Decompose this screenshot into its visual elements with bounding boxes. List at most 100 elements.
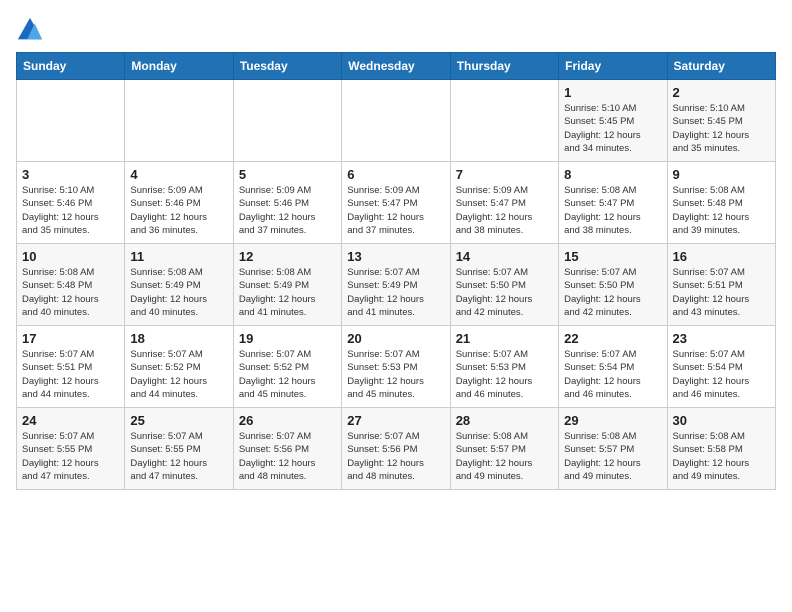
day-number: 1 [564, 85, 661, 100]
day-cell: 9 Sunrise: 5:08 AM Sunset: 5:48 PM Daylig… [667, 162, 775, 244]
day-info: Sunrise: 5:09 AM Sunset: 5:47 PM Dayligh… [347, 184, 444, 237]
day-cell: 27Sunrise: 5:07 AM Sunset: 5:56 PM Dayli… [342, 408, 450, 490]
day-number: 28 [456, 413, 553, 428]
day-info: Sunrise: 5:09 AM Sunset: 5:47 PM Dayligh… [456, 184, 553, 237]
day-cell: 19 Sunrise: 5:07 AM Sunset: 5:52 PM Dayli… [233, 326, 341, 408]
day-cell [17, 80, 125, 162]
day-header-thursday: Thursday [450, 53, 558, 80]
day-info: Sunrise: 5:08 AM Sunset: 5:48 PM Dayligh… [22, 266, 119, 319]
day-info: Sunrise: 5:07 AM Sunset: 5:51 PM Dayligh… [673, 266, 770, 319]
day-cell: 22 Sunrise: 5:07 AM Sunset: 5:54 PM Dayli… [559, 326, 667, 408]
day-cell: 16 Sunrise: 5:07 AM Sunset: 5:51 PM Dayli… [667, 244, 775, 326]
day-number: 15 [564, 249, 661, 264]
day-info: Sunrise: 5:08 AM Sunset: 5:49 PM Dayligh… [130, 266, 227, 319]
header [16, 16, 776, 44]
day-cell: 4 Sunrise: 5:09 AM Sunset: 5:46 PM Daylig… [125, 162, 233, 244]
day-info: Sunrise: 5:08 AM Sunset: 5:49 PM Dayligh… [239, 266, 336, 319]
day-cell: 29 Sunrise: 5:08 AM Sunset: 5:57 PM Dayli… [559, 408, 667, 490]
day-number: 24 [22, 413, 119, 428]
week-row-2: 3Sunrise: 5:10 AM Sunset: 5:46 PM Daylig… [17, 162, 776, 244]
day-number: 14 [456, 249, 553, 264]
day-cell: 14 Sunrise: 5:07 AM Sunset: 5:50 PM Dayli… [450, 244, 558, 326]
day-cell: 1 Sunrise: 5:10 AM Sunset: 5:45 PM Daylig… [559, 80, 667, 162]
day-info: Sunrise: 5:08 AM Sunset: 5:48 PM Dayligh… [673, 184, 770, 237]
day-header-monday: Monday [125, 53, 233, 80]
day-cell: 7 Sunrise: 5:09 AM Sunset: 5:47 PM Daylig… [450, 162, 558, 244]
week-row-3: 10 Sunrise: 5:08 AM Sunset: 5:48 PM Dayli… [17, 244, 776, 326]
day-number: 3 [22, 167, 119, 182]
day-number: 30 [673, 413, 770, 428]
day-header-saturday: Saturday [667, 53, 775, 80]
day-number: 8 [564, 167, 661, 182]
day-info: Sunrise: 5:08 AM Sunset: 5:58 PM Dayligh… [673, 430, 770, 483]
day-number: 13 [347, 249, 444, 264]
day-cell [342, 80, 450, 162]
week-row-1: 1 Sunrise: 5:10 AM Sunset: 5:45 PM Daylig… [17, 80, 776, 162]
day-info: Sunrise: 5:07 AM Sunset: 5:54 PM Dayligh… [673, 348, 770, 401]
day-info: Sunrise: 5:08 AM Sunset: 5:57 PM Dayligh… [456, 430, 553, 483]
day-cell: 25Sunrise: 5:07 AM Sunset: 5:55 PM Dayli… [125, 408, 233, 490]
day-cell: 23 Sunrise: 5:07 AM Sunset: 5:54 PM Dayli… [667, 326, 775, 408]
day-info: Sunrise: 5:07 AM Sunset: 5:53 PM Dayligh… [347, 348, 444, 401]
day-info: Sunrise: 5:07 AM Sunset: 5:56 PM Dayligh… [239, 430, 336, 483]
day-cell: 18 Sunrise: 5:07 AM Sunset: 5:52 PM Dayli… [125, 326, 233, 408]
day-cell: 24 Sunrise: 5:07 AM Sunset: 5:55 PM Dayli… [17, 408, 125, 490]
day-cell: 15 Sunrise: 5:07 AM Sunset: 5:50 PM Dayli… [559, 244, 667, 326]
day-number: 27 [347, 413, 444, 428]
day-info: Sunrise: 5:08 AM Sunset: 5:47 PM Dayligh… [564, 184, 661, 237]
day-cell: 10 Sunrise: 5:08 AM Sunset: 5:48 PM Dayli… [17, 244, 125, 326]
day-number: 19 [239, 331, 336, 346]
day-number: 7 [456, 167, 553, 182]
day-number: 4 [130, 167, 227, 182]
day-cell [450, 80, 558, 162]
day-number: 5 [239, 167, 336, 182]
day-cell: 20 Sunrise: 5:07 AM Sunset: 5:53 PM Dayli… [342, 326, 450, 408]
day-info: Sunrise: 5:07 AM Sunset: 5:51 PM Dayligh… [22, 348, 119, 401]
day-info: Sunrise: 5:07 AM Sunset: 5:54 PM Dayligh… [564, 348, 661, 401]
day-cell: 21 Sunrise: 5:07 AM Sunset: 5:53 PM Dayli… [450, 326, 558, 408]
day-number: 6 [347, 167, 444, 182]
day-cell: 3Sunrise: 5:10 AM Sunset: 5:46 PM Daylig… [17, 162, 125, 244]
day-number: 23 [673, 331, 770, 346]
day-info: Sunrise: 5:09 AM Sunset: 5:46 PM Dayligh… [130, 184, 227, 237]
day-info: Sunrise: 5:07 AM Sunset: 5:52 PM Dayligh… [239, 348, 336, 401]
day-info: Sunrise: 5:09 AM Sunset: 5:46 PM Dayligh… [239, 184, 336, 237]
day-header-sunday: Sunday [17, 53, 125, 80]
day-info: Sunrise: 5:07 AM Sunset: 5:50 PM Dayligh… [564, 266, 661, 319]
day-info: Sunrise: 5:07 AM Sunset: 5:53 PM Dayligh… [456, 348, 553, 401]
day-info: Sunrise: 5:10 AM Sunset: 5:45 PM Dayligh… [564, 102, 661, 155]
day-cell: 5 Sunrise: 5:09 AM Sunset: 5:46 PM Daylig… [233, 162, 341, 244]
logo [16, 16, 48, 44]
day-number: 16 [673, 249, 770, 264]
day-header-wednesday: Wednesday [342, 53, 450, 80]
day-number: 10 [22, 249, 119, 264]
day-cell: 26 Sunrise: 5:07 AM Sunset: 5:56 PM Dayli… [233, 408, 341, 490]
day-info: Sunrise: 5:07 AM Sunset: 5:55 PM Dayligh… [130, 430, 227, 483]
day-cell: 30 Sunrise: 5:08 AM Sunset: 5:58 PM Dayli… [667, 408, 775, 490]
day-number: 26 [239, 413, 336, 428]
day-info: Sunrise: 5:08 AM Sunset: 5:57 PM Dayligh… [564, 430, 661, 483]
day-header-friday: Friday [559, 53, 667, 80]
day-number: 9 [673, 167, 770, 182]
day-info: Sunrise: 5:07 AM Sunset: 5:49 PM Dayligh… [347, 266, 444, 319]
day-cell: 8 Sunrise: 5:08 AM Sunset: 5:47 PM Daylig… [559, 162, 667, 244]
day-info: Sunrise: 5:10 AM Sunset: 5:45 PM Dayligh… [673, 102, 770, 155]
day-number: 18 [130, 331, 227, 346]
day-number: 29 [564, 413, 661, 428]
day-number: 22 [564, 331, 661, 346]
day-cell: 6 Sunrise: 5:09 AM Sunset: 5:47 PM Daylig… [342, 162, 450, 244]
day-number: 20 [347, 331, 444, 346]
week-row-4: 17Sunrise: 5:07 AM Sunset: 5:51 PM Dayli… [17, 326, 776, 408]
day-cell [233, 80, 341, 162]
day-info: Sunrise: 5:07 AM Sunset: 5:52 PM Dayligh… [130, 348, 227, 401]
day-cell: 17Sunrise: 5:07 AM Sunset: 5:51 PM Dayli… [17, 326, 125, 408]
day-cell [125, 80, 233, 162]
day-number: 11 [130, 249, 227, 264]
day-cell: 11 Sunrise: 5:08 AM Sunset: 5:49 PM Dayli… [125, 244, 233, 326]
day-number: 21 [456, 331, 553, 346]
day-number: 2 [673, 85, 770, 100]
day-info: Sunrise: 5:07 AM Sunset: 5:50 PM Dayligh… [456, 266, 553, 319]
day-info: Sunrise: 5:07 AM Sunset: 5:55 PM Dayligh… [22, 430, 119, 483]
days-header-row: SundayMondayTuesdayWednesdayThursdayFrid… [17, 53, 776, 80]
day-cell: 2 Sunrise: 5:10 AM Sunset: 5:45 PM Daylig… [667, 80, 775, 162]
